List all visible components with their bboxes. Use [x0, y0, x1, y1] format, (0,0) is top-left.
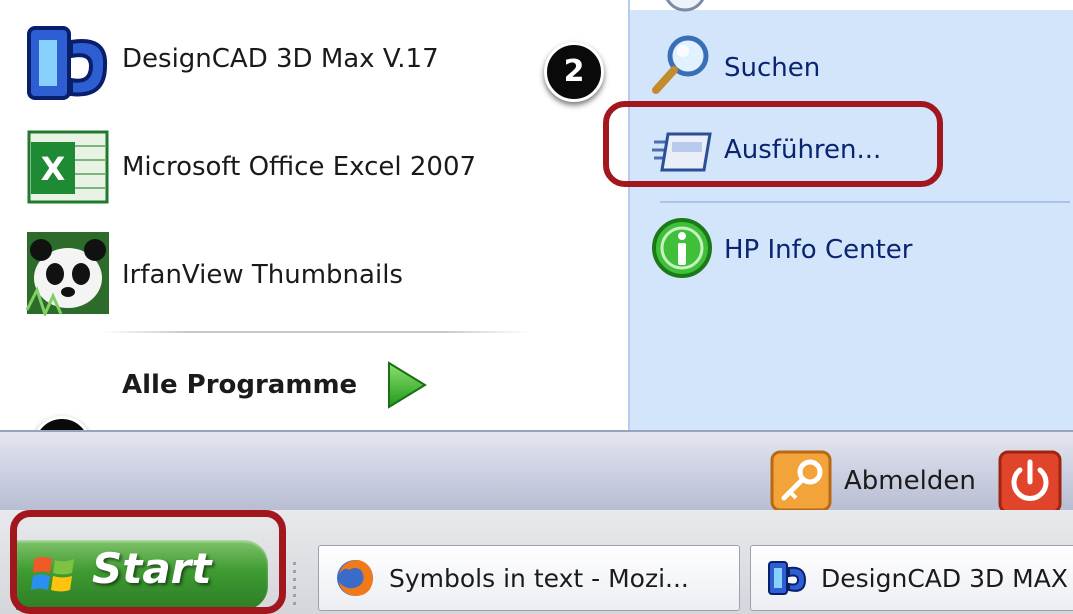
start-menu-left-pane: DesignCAD 3D Max V.17 X Microsoft Office…	[0, 0, 628, 430]
logoff-label: Abmelden	[844, 466, 976, 496]
green-arrow-icon	[388, 361, 428, 409]
designcad-icon	[768, 561, 807, 595]
right-separator	[660, 201, 1070, 203]
program-label: IrfanView Thumbnails	[122, 260, 403, 290]
program-label: DesignCAD 3D Max V.17	[122, 44, 439, 74]
all-programs-label: Alle Programme	[122, 370, 358, 400]
run-highlight-box	[603, 101, 943, 187]
all-programs-button[interactable]: Alle Programme	[122, 360, 429, 410]
taskbar-button-label: Symbols in text - Mozi...	[389, 563, 689, 593]
program-label: Microsoft Office Excel 2007	[122, 152, 477, 182]
taskbar-button-firefox[interactable]: Symbols in text - Mozi...	[318, 545, 740, 611]
step-badge-2: 2	[544, 42, 604, 102]
partial-icon	[665, 0, 705, 12]
start-highlight-box	[10, 510, 286, 614]
designcad-icon	[27, 26, 108, 100]
panda-icon	[25, 232, 109, 316]
svg-text:X: X	[41, 150, 66, 188]
program-item-irfanview[interactable]: IrfanView Thumbnails	[0, 224, 600, 324]
taskbar-button-label: DesignCAD 3D MAX	[821, 563, 1068, 593]
menu-item-label: Suchen	[724, 53, 821, 83]
start-menu-right-pane: Suchen Ausführen... HP Info Center	[628, 0, 1073, 430]
taskbar-button-designcad[interactable]: DesignCAD 3D MAX	[750, 545, 1073, 611]
taskbar-grip[interactable]	[290, 560, 300, 606]
excel-icon: X	[27, 130, 109, 204]
info-icon	[652, 218, 712, 278]
program-item-excel[interactable]: X Microsoft Office Excel 2007	[0, 118, 600, 218]
key-icon	[770, 450, 832, 512]
menu-item-label: HP Info Center	[724, 235, 913, 265]
logoff-button[interactable]: Abmelden	[770, 448, 976, 514]
firefox-icon	[337, 560, 373, 596]
search-icon	[652, 35, 709, 94]
program-item-designcad[interactable]: DesignCAD 3D Max V.17	[0, 10, 600, 110]
left-separator	[100, 331, 530, 333]
power-icon[interactable]	[998, 450, 1062, 514]
